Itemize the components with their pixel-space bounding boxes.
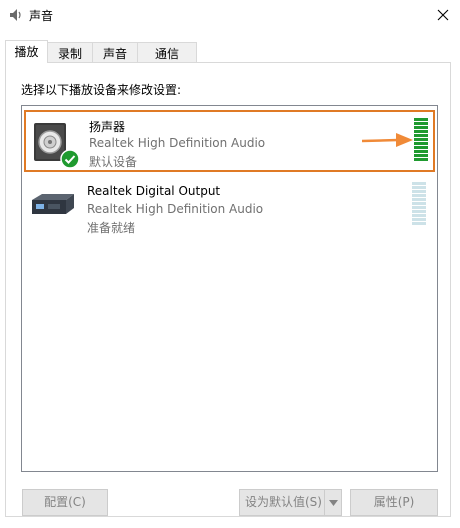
- meter-segment: [412, 182, 426, 185]
- volume-meter: [412, 182, 426, 226]
- meter-segment: [414, 146, 428, 149]
- device-item-digital-output[interactable]: Realtek Digital Output Realtek High Defi…: [24, 176, 435, 238]
- properties-button[interactable]: 属性(P): [350, 489, 438, 516]
- meter-segment: [412, 222, 426, 225]
- tab-recording[interactable]: 录制: [47, 42, 93, 62]
- meter-segment: [412, 202, 426, 205]
- meter-segment: [414, 118, 428, 121]
- device-driver: Realtek High Definition Audio: [89, 136, 266, 150]
- speaker-icon: [8, 7, 24, 23]
- device-driver: Realtek High Definition Audio: [87, 202, 264, 216]
- instruction-text: 选择以下播放设备来修改设置:: [21, 83, 182, 97]
- meter-segment: [412, 186, 426, 189]
- meter-segment: [414, 150, 428, 153]
- meter-segment: [412, 190, 426, 193]
- meter-segment: [412, 198, 426, 201]
- meter-segment: [414, 154, 428, 157]
- meter-segment: [414, 130, 428, 133]
- meter-segment: [414, 122, 428, 125]
- close-button[interactable]: [426, 0, 460, 30]
- set-default-dropdown[interactable]: [324, 489, 342, 516]
- meter-segment: [412, 218, 426, 221]
- chevron-down-icon: [328, 500, 338, 506]
- device-status: 默认设备: [89, 155, 138, 169]
- device-name: Realtek Digital Output: [87, 184, 221, 198]
- meter-segment: [414, 158, 428, 161]
- device-name: 扬声器: [89, 120, 126, 134]
- device-status: 准备就绪: [87, 221, 136, 235]
- tab-sounds[interactable]: 声音: [92, 42, 138, 62]
- title-bar: 声音: [0, 0, 460, 30]
- meter-segment: [414, 142, 428, 145]
- device-list[interactable]: 扬声器 Realtek High Definition Audio 默认设备 R…: [21, 105, 438, 472]
- check-icon: [60, 149, 80, 172]
- tab-playback[interactable]: 播放: [5, 40, 48, 63]
- tab-communications[interactable]: 通信: [137, 42, 197, 62]
- volume-meter: [414, 118, 428, 162]
- window-title: 声音: [29, 9, 54, 23]
- close-icon: [437, 9, 449, 21]
- digital-output-device-icon: [28, 186, 78, 229]
- meter-segment: [412, 206, 426, 209]
- configure-button[interactable]: 配置(C): [22, 489, 108, 516]
- meter-segment: [412, 210, 426, 213]
- device-item-speaker[interactable]: 扬声器 Realtek High Definition Audio 默认设备: [24, 110, 435, 172]
- meter-segment: [414, 138, 428, 141]
- meter-segment: [412, 194, 426, 197]
- meter-segment: [414, 126, 428, 129]
- meter-segment: [414, 134, 428, 137]
- arrow-annotation-icon: [361, 132, 414, 151]
- set-default-button[interactable]: 设为默认值(S): [239, 489, 325, 516]
- meter-segment: [412, 214, 426, 217]
